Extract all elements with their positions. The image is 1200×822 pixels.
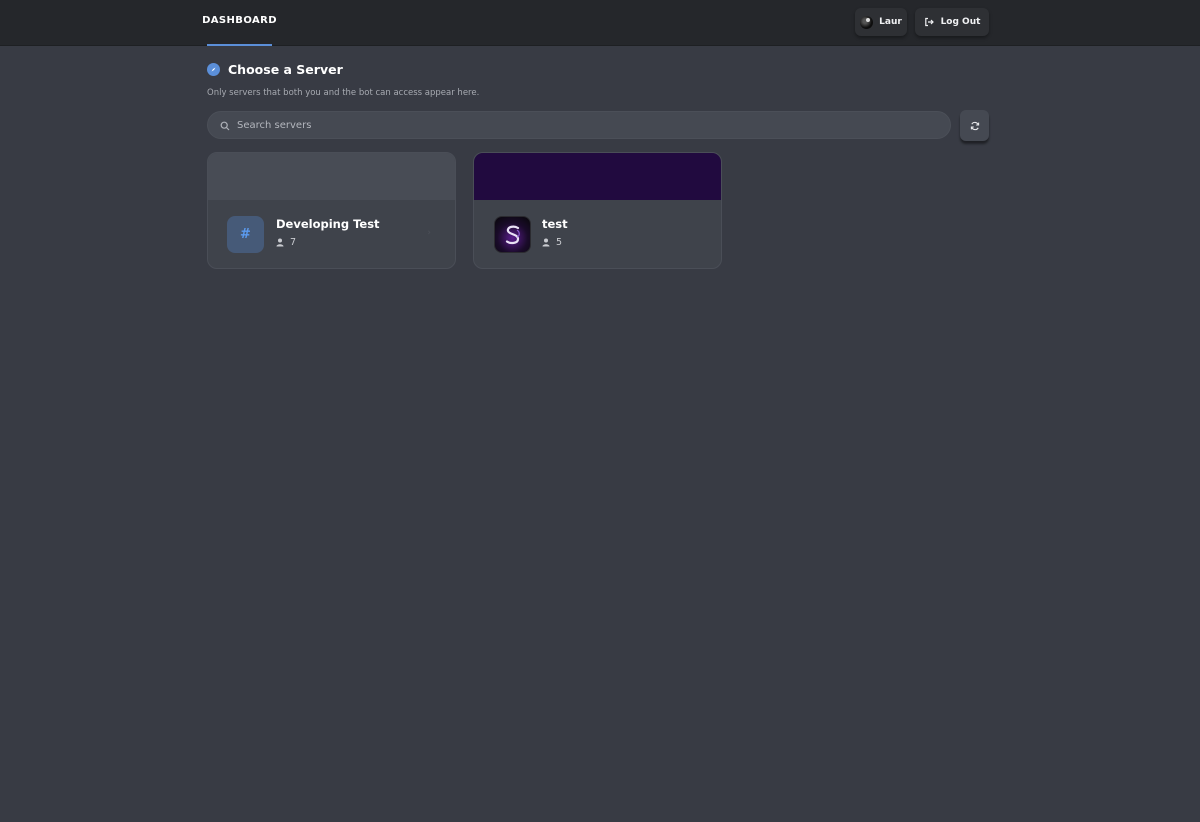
server-card[interactable]: test 5 xyxy=(473,152,722,269)
page-subtitle: Only servers that both you and the bot c… xyxy=(207,88,480,98)
tab-dashboard-label: DASHBOARD xyxy=(202,15,277,26)
member-count-value: 5 xyxy=(556,237,563,248)
person-icon xyxy=(542,238,550,247)
compass-icon xyxy=(207,63,220,76)
member-count-value: 7 xyxy=(290,237,297,248)
chevron-right-icon: › xyxy=(427,228,431,238)
refresh-button[interactable] xyxy=(960,110,989,141)
server-name: Developing Test xyxy=(276,217,380,231)
server-icon-glyph: # xyxy=(240,227,251,242)
person-icon xyxy=(276,238,284,247)
user-name: Laur xyxy=(879,17,902,27)
search-icon xyxy=(220,116,230,135)
tab-dashboard[interactable]: DASHBOARD xyxy=(202,0,277,46)
server-name: test xyxy=(542,217,568,231)
server-icon xyxy=(494,216,531,253)
member-count: 5 xyxy=(542,237,562,248)
server-card[interactable]: # Developing Test 7 › xyxy=(207,152,456,269)
top-navigation-bar: DASHBOARD Laur Log Out xyxy=(0,0,1200,46)
logout-icon xyxy=(924,17,934,27)
refresh-icon xyxy=(970,116,980,135)
server-icon: # xyxy=(227,216,264,253)
logout-label: Log Out xyxy=(940,17,981,27)
user-menu-button[interactable]: Laur xyxy=(855,8,907,36)
page-title: Choose a Server xyxy=(228,62,343,77)
member-count: 7 xyxy=(276,237,296,248)
user-avatar xyxy=(860,15,874,29)
section-header: Choose a Server xyxy=(207,62,343,77)
server-banner xyxy=(474,153,721,200)
search-bar[interactable] xyxy=(207,111,951,139)
logout-button[interactable]: Log Out xyxy=(915,8,989,36)
server-logo-s-icon xyxy=(505,225,520,244)
search-input[interactable] xyxy=(237,119,917,131)
server-banner xyxy=(208,153,455,200)
